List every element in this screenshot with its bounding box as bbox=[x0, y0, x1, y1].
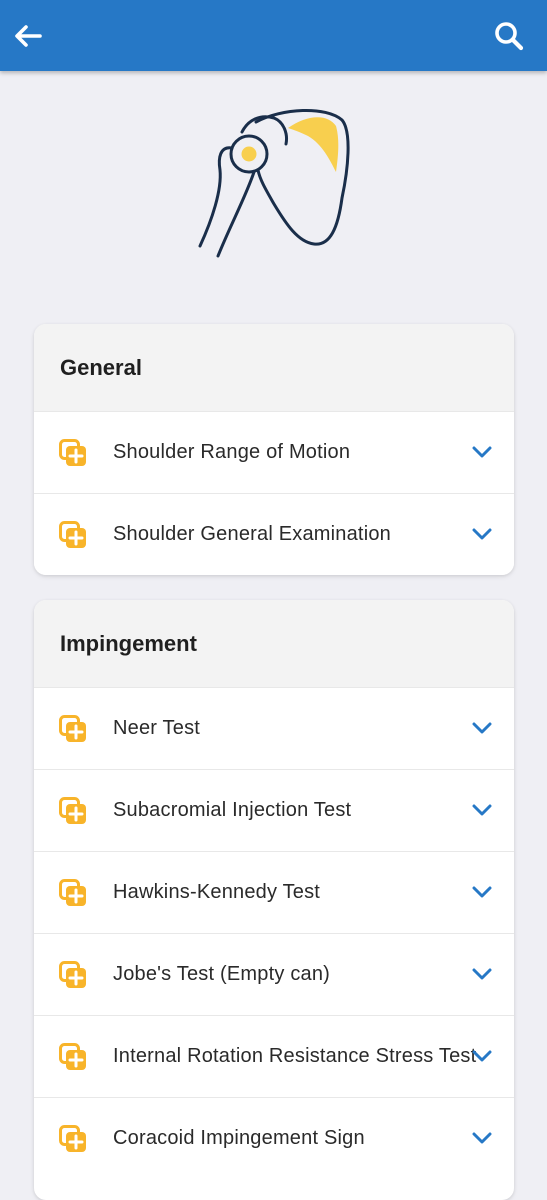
add-to-collection-icon[interactable] bbox=[59, 521, 87, 549]
chevron-down-icon[interactable] bbox=[472, 444, 492, 460]
list-item-label: Internal Rotation Resistance Stress Test bbox=[113, 1045, 477, 1067]
list-item[interactable]: Subacromial Injection Test bbox=[34, 769, 514, 851]
section-title: Impingement bbox=[60, 630, 197, 656]
add-to-collection-icon[interactable] bbox=[59, 1043, 87, 1071]
list-item[interactable]: Coracoid Impingement Sign bbox=[34, 1097, 514, 1179]
list-item-label: Jobe's Test (Empty can) bbox=[113, 963, 331, 985]
list-item-label: Shoulder General Examination bbox=[113, 523, 391, 545]
add-to-collection-icon[interactable] bbox=[59, 879, 87, 907]
list-item[interactable]: Internal Rotation Resistance Stress Test bbox=[34, 1015, 514, 1097]
add-to-collection-icon[interactable] bbox=[59, 797, 87, 825]
search-icon bbox=[495, 22, 524, 51]
chevron-down-icon[interactable] bbox=[472, 526, 492, 542]
chevron-down-icon[interactable] bbox=[472, 966, 492, 982]
list-item-label: Hawkins-Kennedy Test bbox=[113, 881, 321, 903]
list-item[interactable]: Hawkins-Kennedy Test bbox=[34, 851, 514, 933]
add-to-collection-icon[interactable] bbox=[59, 715, 87, 743]
back-button[interactable] bbox=[10, 19, 46, 53]
search-button[interactable] bbox=[491, 19, 527, 53]
app-bar bbox=[0, 0, 547, 71]
list-item[interactable]: Neer Test bbox=[34, 687, 514, 769]
chevron-down-icon[interactable] bbox=[472, 802, 492, 818]
list-item-label: Coracoid Impingement Sign bbox=[113, 1127, 365, 1149]
chevron-down-icon[interactable] bbox=[472, 1048, 492, 1064]
section-header: General bbox=[34, 324, 514, 411]
add-to-collection-icon[interactable] bbox=[59, 1125, 87, 1153]
section-title: General bbox=[60, 354, 142, 380]
add-to-collection-icon[interactable] bbox=[59, 439, 87, 467]
chevron-down-icon[interactable] bbox=[472, 1130, 492, 1146]
list-item[interactable]: Shoulder Range of Motion bbox=[34, 411, 514, 493]
list-item[interactable]: Jobe's Test (Empty can) bbox=[34, 933, 514, 1015]
list-item-label: Subacromial Injection Test bbox=[113, 799, 352, 821]
section-card-impingement: Impingement Neer Test Subacromial Inject… bbox=[34, 600, 514, 1200]
add-to-collection-icon[interactable] bbox=[59, 961, 87, 989]
section-card-general: General Shoulder Range of Motion Shoulde… bbox=[34, 324, 514, 575]
chevron-down-icon[interactable] bbox=[472, 884, 492, 900]
list-item[interactable]: Shoulder General Examination bbox=[34, 493, 514, 575]
shoulder-joint-illustration bbox=[190, 100, 360, 268]
list-item-label: Shoulder Range of Motion bbox=[113, 441, 351, 463]
list-item-label: Neer Test bbox=[113, 717, 201, 739]
chevron-down-icon[interactable] bbox=[472, 720, 492, 736]
section-header: Impingement bbox=[34, 600, 514, 687]
arrow-left-icon bbox=[15, 25, 42, 47]
